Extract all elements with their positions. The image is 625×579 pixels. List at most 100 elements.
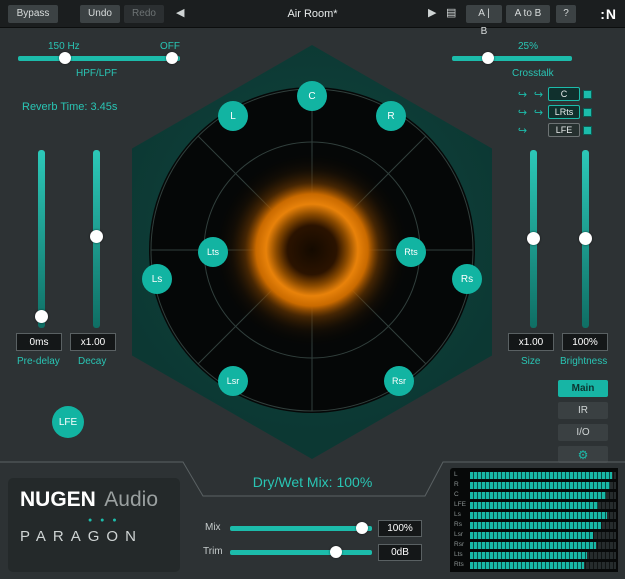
tab-ir[interactable]: IR — [558, 402, 608, 419]
channel-node-ls[interactable]: Ls — [142, 264, 172, 294]
meter-bar — [470, 491, 616, 499]
routing-lrts-indicator — [583, 107, 592, 117]
decay-label: Decay — [78, 356, 107, 367]
size-handle[interactable] — [527, 232, 540, 245]
meter-row: LFE — [454, 500, 616, 510]
reverb-polar-display[interactable] — [142, 80, 482, 420]
title-bar: Bypass Undo Redo ◀ Air Room* ▶ ▤ A | B A… — [0, 0, 625, 37]
meter-bar — [470, 561, 616, 569]
predelay-value[interactable]: 0ms — [16, 333, 62, 351]
nugen-logo-icon: :N — [600, 6, 617, 22]
predelay-slider[interactable] — [35, 150, 48, 328]
tab-io[interactable]: I/O — [558, 424, 608, 441]
brightness-value[interactable]: 100% — [562, 333, 608, 351]
channel-node-lsr[interactable]: Lsr — [218, 366, 248, 396]
meter-bar — [470, 541, 616, 549]
send-icon[interactable]: ↪ — [516, 124, 529, 137]
trim-label: Trim — [203, 546, 223, 557]
meter-channel-label: C — [454, 491, 459, 498]
routing-lfe-button[interactable]: LFE — [548, 123, 580, 137]
channel-node-rts[interactable]: Rts — [396, 237, 426, 267]
predelay-label: Pre-delay — [17, 356, 60, 367]
routing-c-button[interactable]: C — [548, 87, 580, 101]
channel-node-r[interactable]: R — [376, 101, 406, 131]
channel-node-l[interactable]: L — [218, 101, 248, 131]
meter-channel-label: Rts — [454, 561, 464, 568]
mix-value[interactable]: 100% — [378, 520, 422, 537]
crosstalk-handle[interactable] — [482, 52, 494, 64]
meter-bar — [470, 511, 616, 519]
crosstalk-slider[interactable] — [452, 52, 572, 64]
routing-row-lrts: ↪ ↪ LRts — [516, 104, 616, 120]
brightness-label: Brightness — [560, 356, 608, 367]
meter-rows: L R C LFE Ls Rs Lsr Rsr Lts Rts — [454, 470, 616, 570]
send-icon[interactable]: ↪ — [532, 106, 545, 119]
brightness-handle[interactable] — [579, 232, 592, 245]
output-meters-panel: L R C LFE Ls Rs Lsr Rsr Lts Rts — [450, 468, 618, 572]
mix-slider[interactable] — [230, 522, 372, 534]
hpf-lpf-label: HPF/LPF — [76, 68, 118, 79]
ab-toggle-button[interactable]: A | B — [466, 5, 502, 37]
brand-audio: Audio — [104, 488, 159, 511]
lfe-node[interactable]: LFE — [52, 406, 84, 438]
decay-slider[interactable] — [90, 150, 103, 328]
paragon-plugin-window: Bypass Undo Redo ◀ Air Room* ▶ ▤ A | B A… — [0, 0, 625, 579]
meter-channel-label: LFE — [454, 501, 466, 508]
send-icon[interactable]: ↪ — [532, 88, 545, 101]
tab-main[interactable]: Main — [558, 380, 608, 397]
meter-channel-label: Rsr — [454, 541, 465, 548]
brand-dots-icon: ● ● ● — [88, 517, 120, 524]
decay-value[interactable]: x1.00 — [70, 333, 116, 351]
preset-list-icon[interactable]: ▤ — [446, 6, 456, 19]
lpf-value: OFF — [160, 41, 180, 52]
routing-c-indicator — [583, 89, 592, 99]
routing-row-lfe: ↪ LFE — [516, 122, 616, 138]
next-preset-icon[interactable]: ▶ — [428, 6, 436, 19]
size-slider[interactable] — [527, 150, 540, 328]
meter-row: Rsr — [454, 540, 616, 550]
help-button[interactable]: ? — [556, 5, 576, 23]
hpf-lpf-slider[interactable] — [18, 52, 180, 64]
channel-node-rsr[interactable]: Rsr — [384, 366, 414, 396]
channel-node-lts[interactable]: Lts — [198, 237, 228, 267]
meter-bar — [470, 481, 616, 489]
meter-bar — [470, 521, 616, 529]
channel-node-c[interactable]: C — [297, 81, 327, 111]
hpf-handle[interactable] — [59, 52, 71, 64]
hpf-value: 150 Hz — [48, 41, 80, 52]
channel-node-rs[interactable]: Rs — [452, 264, 482, 294]
routing-lfe-indicator — [583, 125, 592, 135]
trim-slider[interactable] — [230, 546, 372, 558]
size-value[interactable]: x1.00 — [508, 333, 554, 351]
brand-panel: NUGEN Audio ● ● ● PARAGON — [8, 478, 180, 572]
brand-nugen: NUGEN — [20, 488, 96, 511]
meter-channel-label: L — [454, 471, 458, 478]
a-to-b-button[interactable]: A to B — [506, 5, 550, 23]
meter-bar — [470, 501, 616, 509]
brightness-slider[interactable] — [579, 150, 592, 328]
size-label: Size — [521, 356, 541, 367]
lpf-handle[interactable] — [166, 52, 178, 64]
send-icon[interactable]: ↪ — [516, 88, 529, 101]
trim-value[interactable]: 0dB — [378, 544, 422, 561]
meter-row: Lts — [454, 550, 616, 560]
meter-row: Lsr — [454, 530, 616, 540]
crosstalk-label: Crosstalk — [512, 68, 554, 79]
crosstalk-value: 25% — [518, 41, 539, 52]
meter-channel-label: R — [454, 481, 459, 488]
meter-row: L — [454, 470, 616, 480]
meter-row: Rts — [454, 560, 616, 570]
meter-channel-label: Lsr — [454, 531, 464, 538]
mix-handle[interactable] — [356, 522, 368, 534]
meter-channel-label: Rs — [454, 521, 462, 528]
meter-row: C — [454, 490, 616, 500]
trim-handle[interactable] — [330, 546, 342, 558]
decay-handle[interactable] — [90, 230, 103, 243]
meter-channel-label: Lts — [454, 551, 463, 558]
routing-lrts-button[interactable]: LRts — [548, 105, 580, 119]
predelay-handle[interactable] — [35, 310, 48, 323]
reverb-time-readout: Reverb Time: 3.45s — [22, 101, 118, 113]
meter-bar — [470, 531, 616, 539]
routing-row-c: ↪ ↪ C — [516, 86, 616, 102]
send-icon[interactable]: ↪ — [516, 106, 529, 119]
